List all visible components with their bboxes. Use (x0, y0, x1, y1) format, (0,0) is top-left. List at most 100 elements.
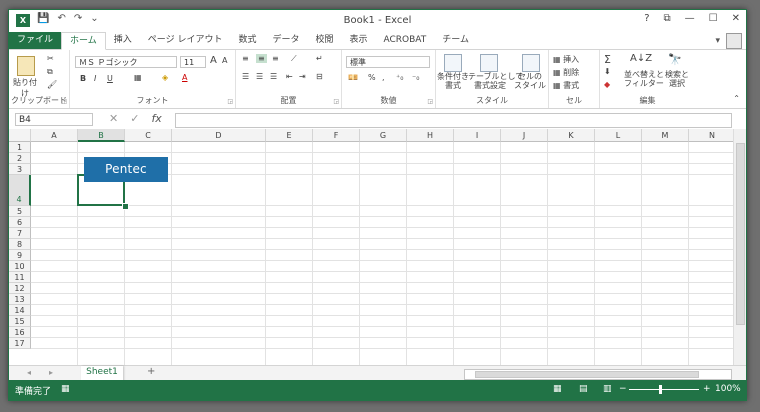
align-center-icon[interactable]: ☰ (256, 72, 263, 81)
row-header-15[interactable]: 15 (9, 316, 31, 327)
help-icon[interactable]: ? (644, 13, 649, 24)
wrap-text-icon[interactable]: ↵ (316, 54, 323, 63)
dialog-launcher-icon[interactable]: ◲ (427, 98, 433, 105)
row-header-8[interactable]: 8 (9, 239, 31, 250)
currency-icon[interactable]: 💴 (348, 73, 358, 82)
minimize-icon[interactable]: — (685, 13, 695, 24)
worksheet-grid[interactable]: A B C D E F G H I J K L M N 1 2 3 4 5 6 7 8 9 10 11 12 13 14 15 16 17 P… (9, 129, 733, 365)
normal-view-icon[interactable]: ▦ (553, 384, 562, 394)
grow-font-button[interactable]: A (210, 55, 217, 66)
paste-icon[interactable] (17, 56, 35, 76)
column-header-a[interactable]: A (31, 129, 78, 142)
zoom-in-icon[interactable]: + (703, 384, 711, 394)
tab-formulas[interactable]: 数式 (230, 32, 264, 49)
row-header-9[interactable]: 9 (9, 250, 31, 261)
align-bottom-icon[interactable]: ≡ (272, 54, 279, 63)
conditional-format-icon[interactable] (444, 54, 462, 72)
row-header-14[interactable]: 14 (9, 305, 31, 316)
tab-page-layout[interactable]: ページ レイアウト (140, 32, 231, 49)
tab-data[interactable]: データ (264, 32, 307, 49)
decrease-indent-icon[interactable]: ⇤ (286, 72, 293, 81)
enter-entry-icon[interactable]: ✓ (130, 112, 139, 125)
row-header-3[interactable]: 3 (9, 164, 31, 175)
zoom-out-icon[interactable]: − (619, 384, 627, 394)
inserted-image-logo[interactable]: Pentec (84, 157, 168, 182)
dialog-launcher-icon[interactable]: ◲ (333, 98, 339, 105)
number-format-select[interactable]: 標準 (346, 56, 430, 68)
horizontal-scroll-thumb[interactable] (475, 371, 699, 378)
align-top-icon[interactable]: ≡ (242, 54, 249, 63)
autosum-icon[interactable]: Σ (604, 53, 611, 66)
add-sheet-button[interactable]: + (147, 366, 155, 377)
tab-file[interactable]: ファイル (9, 32, 62, 49)
account-menu-icon[interactable]: ▾ (715, 36, 720, 46)
next-sheet-icon[interactable]: ▸ (49, 368, 53, 377)
vertical-scroll-thumb[interactable] (736, 143, 745, 325)
row-header-12[interactable]: 12 (9, 283, 31, 294)
row-header-4[interactable]: 4 (9, 175, 31, 206)
tab-review[interactable]: 校閲 (307, 32, 341, 49)
row-header-16[interactable]: 16 (9, 327, 31, 338)
clear-icon[interactable]: ◆ (604, 80, 610, 89)
tab-home[interactable]: ホーム (61, 32, 106, 50)
fill-handle[interactable] (122, 203, 129, 210)
name-box[interactable]: B4 (15, 113, 93, 126)
align-middle-icon[interactable]: ≡ (256, 54, 267, 63)
align-right-icon[interactable]: ☰ (270, 72, 277, 81)
column-header-c[interactable]: C (125, 129, 172, 142)
align-left-icon[interactable]: ☰ (242, 72, 249, 81)
percent-button[interactable]: % (368, 73, 376, 82)
bold-button[interactable]: B (80, 74, 86, 83)
orientation-icon[interactable]: ⟋ (291, 54, 297, 64)
maximize-icon[interactable]: ☐ (709, 13, 718, 24)
column-header-e[interactable]: E (266, 129, 313, 142)
comma-button[interactable]: , (382, 73, 385, 82)
font-name-select[interactable]: ＭＳ Ｐゴシック (75, 56, 177, 68)
conditional-format-button[interactable]: 条件付き 書式 (436, 72, 470, 90)
format-as-table-icon[interactable] (480, 54, 498, 72)
decrease-decimal-icon[interactable]: ⁻₀ (412, 73, 419, 82)
row-header-13[interactable]: 13 (9, 294, 31, 305)
column-header-j[interactable]: J (501, 129, 548, 142)
page-layout-view-icon[interactable]: ▤ (579, 384, 588, 394)
format-painter-icon[interactable]: 🖌 (47, 80, 57, 89)
increase-decimal-icon[interactable]: ⁺₀ (396, 73, 403, 82)
dialog-launcher-icon[interactable]: ◲ (227, 98, 233, 105)
find-select-icon[interactable]: 🔭 (668, 53, 682, 66)
column-header-h[interactable]: H (407, 129, 454, 142)
column-header-i[interactable]: I (454, 129, 501, 142)
shrink-font-button[interactable]: A (222, 56, 227, 65)
column-header-l[interactable]: L (595, 129, 642, 142)
increase-indent-icon[interactable]: ⇥ (299, 72, 306, 81)
delete-cells-button[interactable]: ▦ 削除 (553, 67, 579, 78)
cut-icon[interactable]: ✂ (47, 54, 54, 63)
select-all-corner[interactable] (9, 129, 31, 142)
copy-icon[interactable]: ⧉ (47, 67, 53, 77)
find-select-button[interactable]: 検索と 選択 (662, 70, 692, 88)
formula-input[interactable] (175, 113, 732, 128)
cell-styles-button[interactable]: セルの スタイル (514, 72, 546, 90)
sort-filter-button[interactable]: 並べ替えと フィルター (624, 70, 664, 88)
column-header-n[interactable]: N (689, 129, 733, 142)
page-break-view-icon[interactable]: ▥ (603, 384, 612, 394)
fill-color-icon[interactable]: ◈ (162, 73, 168, 82)
tab-insert[interactable]: 挿入 (106, 32, 140, 49)
tab-acrobat[interactable]: ACROBAT (376, 32, 435, 49)
column-header-k[interactable]: K (548, 129, 595, 142)
horizontal-scrollbar[interactable] (464, 369, 732, 380)
zoom-slider-knob[interactable] (659, 385, 662, 394)
row-header-1[interactable]: 1 (9, 142, 31, 153)
format-as-table-button[interactable]: テーブルとして 書式設定 (468, 72, 523, 90)
column-header-d[interactable]: D (172, 129, 266, 142)
close-icon[interactable]: ✕ (732, 13, 740, 24)
tab-team[interactable]: チーム (434, 32, 477, 49)
tab-view[interactable]: 表示 (342, 32, 376, 49)
row-header-5[interactable]: 5 (9, 206, 31, 217)
prev-sheet-icon[interactable]: ◂ (27, 368, 31, 377)
column-header-g[interactable]: G (360, 129, 407, 142)
cancel-entry-icon[interactable]: ✕ (109, 112, 118, 125)
row-header-11[interactable]: 11 (9, 272, 31, 283)
row-header-17[interactable]: 17 (9, 338, 31, 349)
format-cells-button[interactable]: ▦ 書式 (553, 80, 579, 91)
border-icon[interactable]: ▦ (134, 73, 142, 82)
